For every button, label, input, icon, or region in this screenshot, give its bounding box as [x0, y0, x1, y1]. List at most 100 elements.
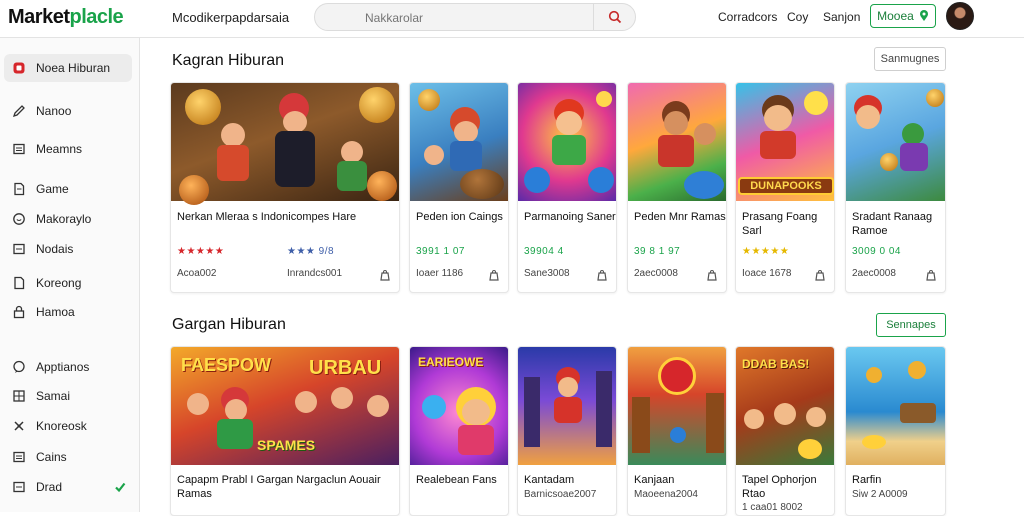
- game-title: Realebean Fans: [416, 474, 497, 486]
- sidebar-item-drad[interactable]: Drad: [4, 473, 132, 501]
- game-thumbnail: [518, 347, 616, 465]
- document-icon: [12, 182, 26, 196]
- document-icon: [12, 276, 26, 290]
- search-bar: [314, 3, 636, 31]
- sidebar-item-game[interactable]: Game: [4, 175, 132, 203]
- game-banner: EARIEOWE: [418, 355, 484, 369]
- rating-stars: ★★★★★: [177, 246, 225, 257]
- bag-icon[interactable]: [925, 269, 937, 281]
- game-meta: Siw 2 A0009: [852, 489, 908, 500]
- see-all-button-1[interactable]: Sanmugnes: [874, 47, 946, 71]
- sidebar-item-label: Nodais: [36, 242, 74, 256]
- game-title: Kanjaan: [634, 474, 675, 486]
- game-title: Parmanoing Saner: [524, 211, 616, 223]
- pen-icon: [12, 104, 26, 118]
- sidebar-item-label: Cains: [36, 450, 67, 464]
- sidebar-item-label: Samai: [36, 389, 71, 403]
- box-icon: [12, 450, 26, 464]
- rating-value: 39 8 1 97: [634, 246, 681, 257]
- game-card-5[interactable]: DUNAPOOKS Prasang Foang Sarl ★★★★★ Ioace…: [735, 82, 835, 293]
- checkmark-icon: [115, 482, 126, 493]
- sidebar-item-nodais[interactable]: Nodais: [4, 235, 132, 263]
- sidebar-item-label: Knoreosk: [36, 419, 87, 433]
- bag-icon[interactable]: [596, 269, 608, 281]
- game-card-4[interactable]: Peden Mnr Ramas 39 8 1 97 2aec0008: [627, 82, 727, 293]
- bag-icon[interactable]: [814, 269, 826, 281]
- search-button[interactable]: [593, 4, 635, 30]
- game-title: Peden Mnr Ramas: [634, 211, 726, 223]
- bag-icon[interactable]: [488, 269, 500, 281]
- bag-icon[interactable]: [706, 269, 718, 281]
- game-card-11[interactable]: DDAB BAS! Tapel Ophorjon Rtao 1 caa01 80…: [735, 346, 835, 516]
- sidebar-item-meamns[interactable]: Meamns: [4, 135, 132, 163]
- game-thumbnail: EARIEOWE: [410, 347, 508, 465]
- game-card-9[interactable]: Kantadam Barnicsoae2007: [517, 346, 617, 516]
- game-meta: Barnicsoae2007: [524, 489, 597, 500]
- search-input[interactable]: [365, 9, 585, 27]
- game-card-6[interactable]: Sradant Ranaag Ramoe 3009 0 04 2aec0008: [845, 82, 946, 293]
- game-meta: Maoeena2004: [634, 489, 698, 500]
- game-title: Sradant Ranaag Ramoe: [852, 211, 933, 237]
- game-title: Peden ion Caings: [416, 211, 503, 223]
- game-meta: 1 caa01 8002: [742, 502, 803, 513]
- top-bar: Marketplacle Mcodikerpapdarsaia Corradco…: [0, 0, 1024, 38]
- nav-link-2[interactable]: Coy: [787, 10, 808, 24]
- game-card-8[interactable]: EARIEOWE Realebean Fans: [409, 346, 509, 516]
- marketplace-logo[interactable]: Marketplacle: [8, 6, 124, 29]
- game-card-2[interactable]: Peden ion Caings 3991 1 07 Ioaer 1186: [409, 82, 509, 293]
- nav-link-3[interactable]: Sanjon: [823, 10, 860, 24]
- game-title: Tapel Ophorjon Rtao: [742, 474, 817, 500]
- sidebar-item-cains[interactable]: Cains: [4, 443, 132, 471]
- nav-link-1[interactable]: Corradcors: [718, 10, 777, 24]
- shield-icon: [12, 212, 26, 226]
- game-meta: Sane3008: [524, 268, 570, 279]
- sidebar-item-label: Meamns: [36, 142, 83, 156]
- sidebar-item-knoreosk[interactable]: Knoreosk: [4, 412, 132, 440]
- sidebar-item-noea-hiburan[interactable]: Noea Hiburan: [4, 54, 132, 82]
- sidebar-item-makoraylo[interactable]: Makoraylo: [4, 205, 132, 233]
- game-card-1[interactable]: Nerkan Mleraa s Indonicompes Hare ★★★★★ …: [170, 82, 400, 293]
- sidebar-item-label: Noea Hiburan: [36, 61, 111, 75]
- game-thumbnail: DUNAPOOKS: [736, 83, 834, 201]
- game-thumbnail: FAESPOW URBAU SPAMES: [171, 347, 399, 465]
- game-title: Rarfin: [852, 474, 882, 486]
- sidebar-item-koreong[interactable]: Koreong: [4, 269, 132, 297]
- sidebar-item-label: Game: [36, 182, 69, 196]
- game-thumbnail: DDAB BAS!: [736, 347, 834, 465]
- game-card-7[interactable]: FAESPOW URBAU SPAMES Capapm Prabl I Garg…: [170, 346, 400, 516]
- game-banner: FAESPOW: [181, 355, 272, 375]
- game-thumbnail: [846, 83, 945, 201]
- game-card-10[interactable]: Kanjaan Maoeena2004: [627, 346, 727, 516]
- game-thumbnail: [628, 347, 726, 465]
- user-avatar[interactable]: [946, 2, 974, 30]
- section-title-2: Gargan Hiburan: [172, 316, 286, 333]
- cta-button[interactable]: Mooea: [870, 4, 936, 28]
- game-meta-2: Inrandcs001: [287, 268, 343, 279]
- logo-main: Market: [8, 6, 70, 28]
- game-meta: Ioaer 1186: [416, 268, 464, 279]
- sidebar-item-apptianos[interactable]: Apptianos: [4, 353, 132, 381]
- game-meta: 2aec0008: [634, 268, 678, 279]
- game-card-3[interactable]: Parmanoing Saner 39904 4 Sane3008: [517, 82, 617, 293]
- chat-icon: [12, 360, 26, 374]
- game-title: Prasang Foang Sarl: [742, 211, 818, 237]
- see-all-button-2[interactable]: Sennapes: [876, 313, 946, 337]
- game-title: Capapm Prabl I Gargan Nargaclun Aouair R…: [177, 474, 381, 500]
- game-thumbnail: [846, 347, 945, 465]
- sidebar-item-samai[interactable]: Samai: [4, 382, 132, 410]
- sidebar-item-label: Drad: [36, 480, 63, 494]
- game-card-12[interactable]: Rarfin Siw 2 A0009: [845, 346, 946, 516]
- game-icon: [12, 61, 26, 75]
- sidebar-item-nanoo[interactable]: Nanoo: [4, 97, 132, 125]
- rating-extra: ★★★ 9/8: [287, 246, 335, 257]
- sidebar-item-hamoa[interactable]: Hamoa: [4, 298, 132, 326]
- lock-icon: [12, 305, 26, 319]
- sidebar-item-label: Hamoa: [36, 305, 75, 319]
- rating-value: 3991 1 07: [416, 246, 465, 257]
- app-title: Mcodikerpapdarsaia: [172, 10, 290, 25]
- bag-icon[interactable]: [379, 269, 391, 281]
- box-icon: [12, 480, 26, 494]
- rating-value: 3009 0 04: [852, 246, 901, 257]
- game-banner: URBAU: [309, 357, 382, 379]
- game-thumbnail: [171, 83, 399, 205]
